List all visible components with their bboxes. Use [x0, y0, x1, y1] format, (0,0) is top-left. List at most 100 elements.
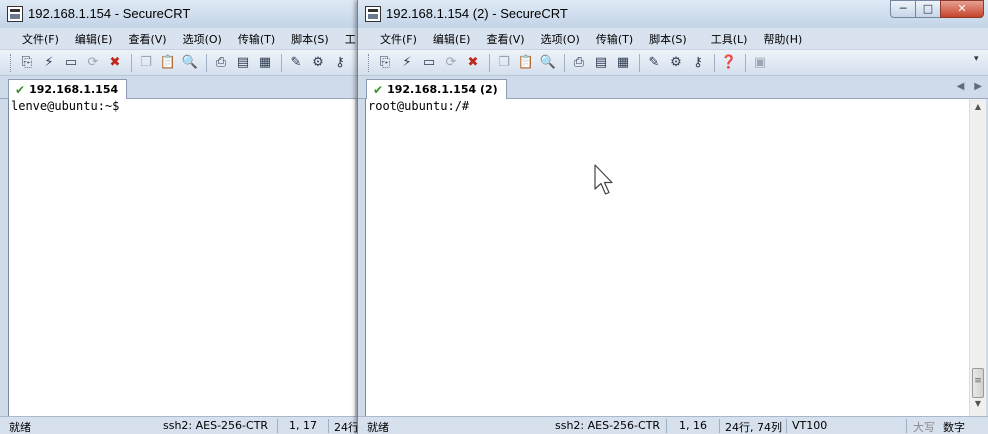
menu-file[interactable]: 文件(F) [14, 31, 67, 47]
menu-script[interactable]: 脚本(S) [641, 31, 695, 47]
global-options-icon[interactable]: ⚙ [666, 53, 686, 73]
quick-connect-icon[interactable]: ⚡ [39, 53, 59, 73]
terminal-area[interactable]: lenve@ubuntu:~$ [8, 99, 355, 416]
status-ready: 就绪 [367, 421, 389, 434]
paste-icon[interactable]: 📋 [158, 53, 178, 73]
tab-navigation: ◀ ▶ [947, 81, 982, 92]
session-tab-bar: ✔ 192.168.1.154 [0, 76, 357, 99]
toolbar-separator [206, 53, 207, 72]
scrollbar-thumb[interactable] [972, 368, 984, 398]
status-ready: 就绪 [9, 421, 31, 434]
connect-icon[interactable]: ⎘ [17, 53, 37, 73]
terminal-prompt: lenve@ubuntu:~$ [11, 99, 120, 113]
status-terminal-size: 24行, 74列 [725, 421, 782, 434]
connected-check-icon: ✔ [373, 82, 384, 97]
menu-options[interactable]: 选项(O) [533, 31, 588, 47]
print-icon[interactable]: ⎙ [211, 53, 231, 73]
status-separator [906, 419, 907, 433]
status-caps-lock: 大写 [913, 421, 935, 434]
global-options-icon[interactable]: ⚙ [308, 53, 328, 73]
print-selection-icon[interactable]: ▤ [233, 53, 253, 73]
title-bar[interactable]: 192.168.1.154 (2) - SecureCRT ─ □ ✕ [358, 0, 988, 28]
quick-connect-icon[interactable]: ⚡ [397, 53, 417, 73]
connect-icon[interactable]: ⎘ [375, 53, 395, 73]
toolbar-overflow-chevron-icon[interactable]: ▾ [974, 54, 984, 72]
connect-in-tab-icon[interactable]: ▭ [61, 53, 81, 73]
reconnect-icon[interactable]: ⟳ [83, 53, 103, 73]
status-cipher: ssh2: AES-256-CTR [555, 419, 661, 432]
toolbar-separator [281, 53, 282, 72]
securecrt-window-active[interactable]: 192.168.1.154 (2) - SecureCRT ─ □ ✕ 文件(F… [357, 0, 988, 434]
status-bar: 就绪 ssh2: AES-256-CTR 1, 17 24行 [0, 416, 357, 434]
toolbar-separator [131, 53, 132, 72]
menu-bar: 文件(F) 编辑(E) 查看(V) 选项(O) 传输(T) 脚本(S) 工 [0, 28, 357, 50]
menu-tools[interactable]: 工 [337, 31, 357, 47]
menu-edit[interactable]: 编辑(E) [425, 31, 479, 47]
copy-icon[interactable]: ❐ [136, 53, 156, 73]
menu-edit[interactable]: 编辑(E) [67, 31, 121, 47]
terminal-area[interactable]: root@ubuntu:/# [365, 99, 969, 416]
status-cursor-position: 1, 17 [289, 419, 317, 432]
menu-script[interactable]: 脚本(S) [283, 31, 337, 47]
window-title: 192.168.1.154 (2) - SecureCRT [386, 6, 568, 21]
paste-icon[interactable]: 📋 [516, 53, 536, 73]
status-num-lock: 数字 [943, 421, 965, 434]
status-terminal-type: VT100 [792, 419, 828, 432]
terminal-prompt: root@ubuntu:/# [368, 99, 470, 113]
maximize-icon: □ [922, 2, 934, 15]
menu-transfer[interactable]: 传输(T) [230, 31, 283, 47]
toolbar-separator [489, 53, 490, 72]
window-title: 192.168.1.154 - SecureCRT [28, 6, 191, 21]
keymap-icon[interactable]: ⚷ [330, 53, 350, 73]
minimize-icon: ─ [899, 2, 907, 15]
session-options-icon[interactable]: ✎ [286, 53, 306, 73]
print-icon[interactable]: ⎙ [569, 53, 589, 73]
menu-view[interactable]: 查看(V) [120, 31, 174, 47]
toolbar-separator [639, 53, 640, 72]
menu-bar: 文件(F) 编辑(E) 查看(V) 选项(O) 传输(T) 脚本(S) 工具(L… [358, 28, 988, 50]
menu-options[interactable]: 选项(O) [175, 31, 230, 47]
menu-file[interactable]: 文件(F) [372, 31, 425, 47]
toolbar: ⎘ ⚡ ▭ ⟳ ✖ ❐ 📋 🔍 ⎙ ▤ ▦ ✎ ⚙ ⚷ ❓ ▣ ▾ [358, 50, 988, 76]
print-setup-icon[interactable]: ▦ [255, 53, 275, 73]
connected-check-icon: ✔ [15, 82, 26, 97]
menu-tools[interactable]: 工具(L) [703, 31, 756, 47]
maximize-button[interactable]: □ [915, 0, 941, 18]
toolbar: ⎘ ⚡ ▭ ⟳ ✖ ❐ 📋 🔍 ⎙ ▤ ▦ ✎ ⚙ ⚷ [0, 50, 357, 76]
lock-icon[interactable]: ▣ [750, 53, 770, 73]
toolbar-grip[interactable] [368, 53, 371, 72]
status-cursor-position: 1, 16 [679, 419, 707, 432]
toolbar-separator [745, 53, 746, 72]
scroll-down-icon[interactable]: ▼ [970, 399, 986, 414]
tab-scroll-left-icon[interactable]: ◀ [957, 81, 965, 92]
securecrt-window-background[interactable]: 192.168.1.154 - SecureCRT 文件(F) 编辑(E) 查看… [0, 0, 358, 434]
close-button[interactable]: ✕ [940, 0, 984, 18]
session-options-icon[interactable]: ✎ [644, 53, 664, 73]
help-icon[interactable]: ❓ [719, 53, 739, 73]
menu-view[interactable]: 查看(V) [478, 31, 532, 47]
tab-scroll-right-icon[interactable]: ▶ [974, 81, 982, 92]
toolbar-separator [714, 53, 715, 72]
find-icon[interactable]: 🔍 [538, 53, 558, 73]
reconnect-icon[interactable]: ⟳ [441, 53, 461, 73]
menu-transfer[interactable]: 传输(T) [588, 31, 641, 47]
scroll-up-icon[interactable]: ▲ [970, 102, 986, 117]
disconnect-icon[interactable]: ✖ [105, 53, 125, 73]
connect-in-tab-icon[interactable]: ▭ [419, 53, 439, 73]
copy-icon[interactable]: ❐ [494, 53, 514, 73]
minimize-button[interactable]: ─ [890, 0, 916, 18]
find-icon[interactable]: 🔍 [180, 53, 200, 73]
disconnect-icon[interactable]: ✖ [463, 53, 483, 73]
vertical-scrollbar[interactable]: ▲ ▼ [969, 99, 986, 416]
session-tab[interactable]: ✔ 192.168.1.154 [8, 79, 128, 99]
status-terminal-size: 24行 [334, 421, 358, 434]
print-setup-icon[interactable]: ▦ [613, 53, 633, 73]
toolbar-grip[interactable] [10, 53, 13, 72]
status-bar: 就绪 ssh2: AES-256-CTR 1, 16 24行, 74列 VT10… [358, 416, 988, 434]
menu-help[interactable]: 帮助(H) [755, 31, 810, 47]
print-selection-icon[interactable]: ▤ [591, 53, 611, 73]
session-tab[interactable]: ✔ 192.168.1.154 (2) [366, 79, 507, 99]
title-bar[interactable]: 192.168.1.154 - SecureCRT [0, 0, 357, 28]
status-separator [666, 419, 667, 433]
keymap-icon[interactable]: ⚷ [688, 53, 708, 73]
